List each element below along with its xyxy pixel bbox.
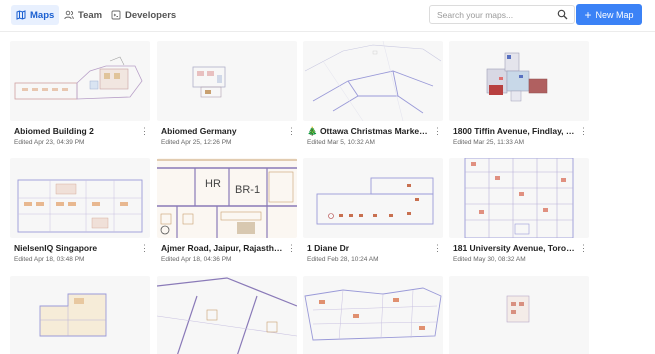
map-edited-time: Edited Apr 18, 03:48 PM <box>14 256 85 263</box>
more-options-icon[interactable]: ⋮ <box>140 125 149 137</box>
tab-maps-label: Maps <box>30 9 55 21</box>
map-edited-time: Edited Feb 28, 10:24 AM <box>307 256 379 263</box>
search-box <box>429 5 575 24</box>
map-edited-time: Edited Apr 23, 04:39 PM <box>14 139 85 146</box>
map-edited-time: Edited Apr 18, 04:36 PM <box>161 256 232 263</box>
map-title: 🎄 Ottawa Christmas Market… <box>307 125 429 136</box>
tab-maps[interactable]: Maps <box>11 5 60 25</box>
tab-team[interactable]: Team <box>59 5 107 25</box>
map-title: 181 University Avenue, Toron… <box>453 243 575 253</box>
tab-developers-label: Developers <box>125 9 177 21</box>
map-card[interactable]: 🎄 Ottawa Christmas Market… ⋮ Edited Mar … <box>303 41 443 146</box>
map-card[interactable] <box>10 276 150 354</box>
map-card[interactable]: HR BR-1 Ajmer Road, Jaipur, Rajasthan ⋮ … <box>157 158 297 263</box>
more-options-icon[interactable]: ⋮ <box>433 125 442 137</box>
map-edited-time: Edited Apr 25, 12:26 PM <box>161 139 232 146</box>
map-card[interactable]: 1800 Tiffin Avenue, Findlay, … ⋮ Edited … <box>449 41 589 146</box>
map-card[interactable]: NielsenIQ Singapore ⋮ Edited Apr 18, 03:… <box>10 158 150 263</box>
map-thumbnail: HR BR-1 <box>157 158 297 238</box>
map-edited-time: Edited Mar 5, 10:32 AM <box>307 139 375 146</box>
map-thumbnail <box>10 158 150 238</box>
map-card[interactable]: 181 University Avenue, Toron… ⋮ Edited M… <box>449 158 589 263</box>
map-icon <box>16 10 26 20</box>
more-options-icon[interactable]: ⋮ <box>579 125 588 137</box>
more-options-icon[interactable]: ⋮ <box>433 242 442 254</box>
map-title: NielsenIQ Singapore <box>14 243 98 253</box>
more-options-icon[interactable]: ⋮ <box>287 125 296 137</box>
room-label-hr: HR <box>205 178 221 190</box>
map-title: Abiomed Building 2 <box>14 126 94 136</box>
search-icon[interactable] <box>557 9 568 20</box>
map-edited-time: Edited May 30, 08:32 AM <box>453 256 526 263</box>
map-thumbnail <box>303 41 443 121</box>
search-input[interactable] <box>437 9 555 20</box>
map-card[interactable]: 1 Diane Dr ⋮ Edited Feb 28, 10:24 AM <box>303 158 443 263</box>
plus-icon: + <box>584 7 592 22</box>
map-thumbnail <box>157 41 297 121</box>
map-card[interactable]: Abiomed Building 2 ⋮ Edited Apr 23, 04:3… <box>10 41 150 146</box>
map-thumbnail <box>449 158 589 238</box>
map-title: 1 Diane Dr <box>307 243 350 253</box>
map-title: 1800 Tiffin Avenue, Findlay, … <box>453 126 575 136</box>
top-bar: Maps Team Developers + New Map <box>0 0 655 31</box>
map-thumbnail <box>449 276 589 354</box>
map-thumbnail <box>10 41 150 121</box>
map-edited-time: Edited Mar 25, 11:33 AM <box>453 139 525 146</box>
more-options-icon[interactable]: ⋮ <box>140 242 149 254</box>
users-icon <box>64 10 74 20</box>
map-card[interactable] <box>303 276 443 354</box>
map-thumbnail <box>303 158 443 238</box>
new-map-label: New Map <box>595 9 634 20</box>
tab-developers[interactable]: Developers <box>106 5 181 25</box>
more-options-icon[interactable]: ⋮ <box>579 242 588 254</box>
top-divider <box>0 31 655 32</box>
map-title: Abiomed Germany <box>161 126 237 136</box>
tab-team-label: Team <box>78 9 103 21</box>
map-card[interactable] <box>449 276 589 354</box>
map-card[interactable]: Abiomed Germany ⋮ Edited Apr 25, 12:26 P… <box>157 41 297 146</box>
more-options-icon[interactable]: ⋮ <box>287 242 296 254</box>
code-icon <box>111 10 121 20</box>
map-thumbnail <box>303 276 443 354</box>
room-label-br: BR-1 <box>235 184 261 196</box>
new-map-button[interactable]: + New Map <box>576 4 642 25</box>
map-thumbnail <box>157 276 297 354</box>
map-card[interactable] <box>157 276 297 354</box>
map-thumbnail <box>10 276 150 354</box>
map-title: Ajmer Road, Jaipur, Rajasthan <box>161 243 283 253</box>
map-thumbnail <box>449 41 589 121</box>
